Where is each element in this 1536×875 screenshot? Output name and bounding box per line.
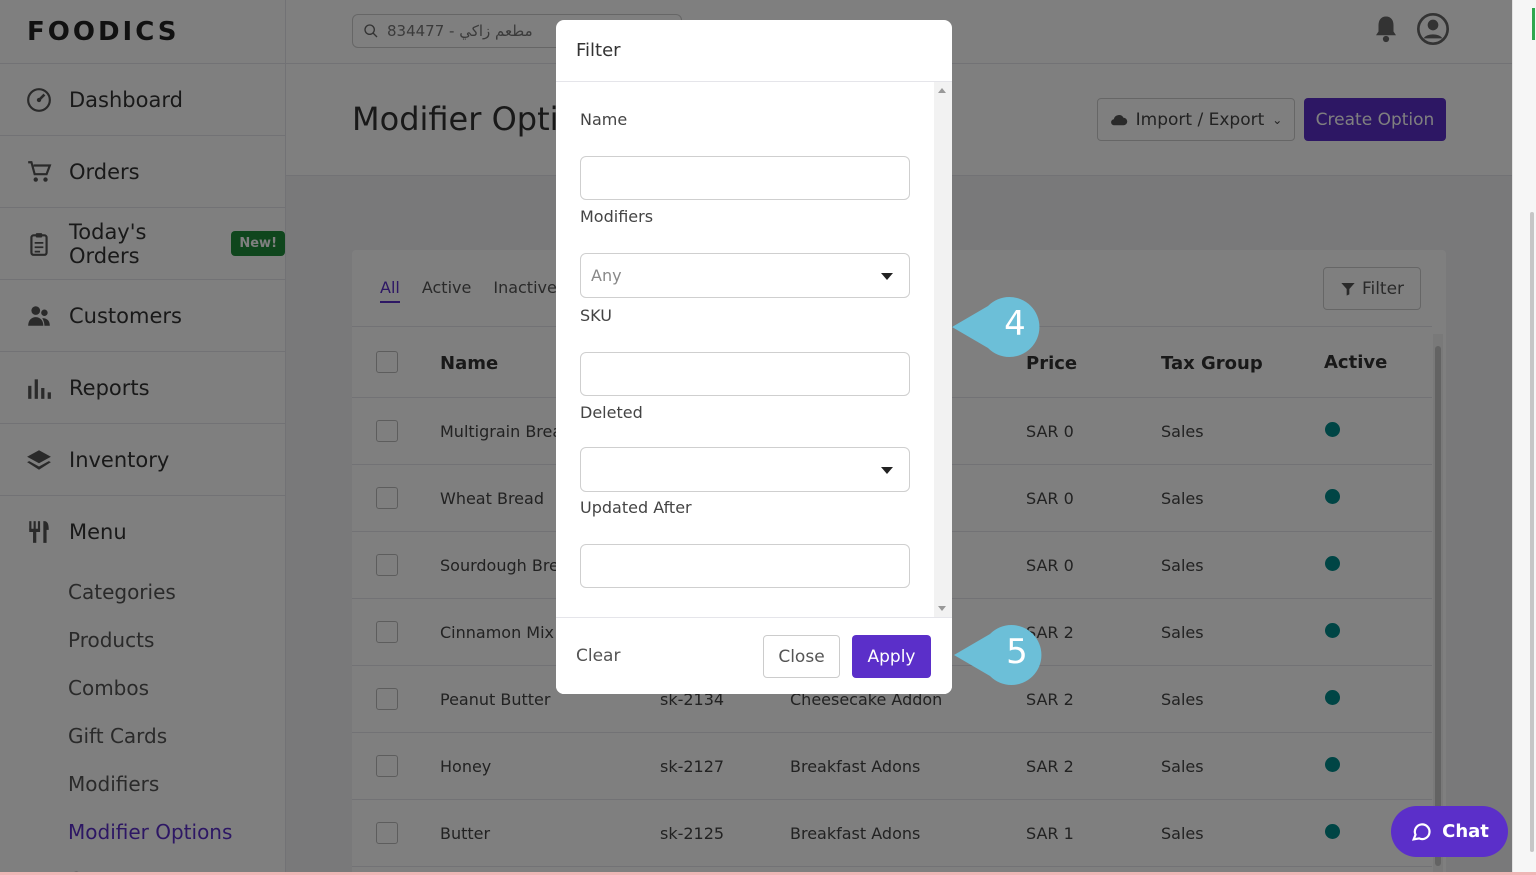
clear-button[interactable]: Clear	[576, 646, 620, 666]
apply-button[interactable]: Apply	[852, 635, 931, 678]
callout-number: 4	[1004, 304, 1026, 344]
sku-label: SKU	[580, 306, 612, 325]
updated-after-input[interactable]	[580, 544, 910, 588]
deleted-label: Deleted	[580, 403, 643, 422]
chat-bubble-icon	[1412, 822, 1431, 841]
chat-label: Chat	[1442, 821, 1489, 842]
caret-down-icon	[881, 273, 893, 280]
modal-footer: Clear Close Apply	[556, 617, 952, 694]
name-label: Name	[580, 110, 628, 129]
modifiers-value: Any	[591, 266, 622, 285]
modal-body: Name Modifiers Any SKU Deleted Updated A…	[556, 82, 952, 617]
chat-button[interactable]: Chat	[1391, 806, 1508, 857]
caret-down-icon	[881, 467, 893, 474]
page-scrollbar[interactable]	[1512, 0, 1536, 875]
updated-after-label: Updated After	[580, 498, 692, 517]
name-input[interactable]	[580, 156, 910, 200]
step-callout-5: 5	[952, 624, 1048, 685]
callout-number: 5	[1006, 632, 1028, 672]
deleted-select[interactable]	[580, 447, 910, 492]
modal-title: Filter	[556, 20, 952, 82]
step-callout-4: 4	[950, 296, 1046, 357]
edge-accent	[1532, 8, 1535, 40]
modifiers-label: Modifiers	[580, 207, 654, 226]
scroll-down-icon[interactable]	[938, 606, 946, 611]
close-button[interactable]: Close	[763, 635, 840, 678]
page-scrollbar-thumb[interactable]	[1530, 212, 1534, 852]
modifiers-select[interactable]: Any	[580, 253, 910, 298]
sku-input[interactable]	[580, 352, 910, 396]
scroll-up-icon[interactable]	[938, 88, 946, 93]
filter-modal: Filter Name Modifiers Any SKU Deleted Up…	[556, 20, 952, 694]
